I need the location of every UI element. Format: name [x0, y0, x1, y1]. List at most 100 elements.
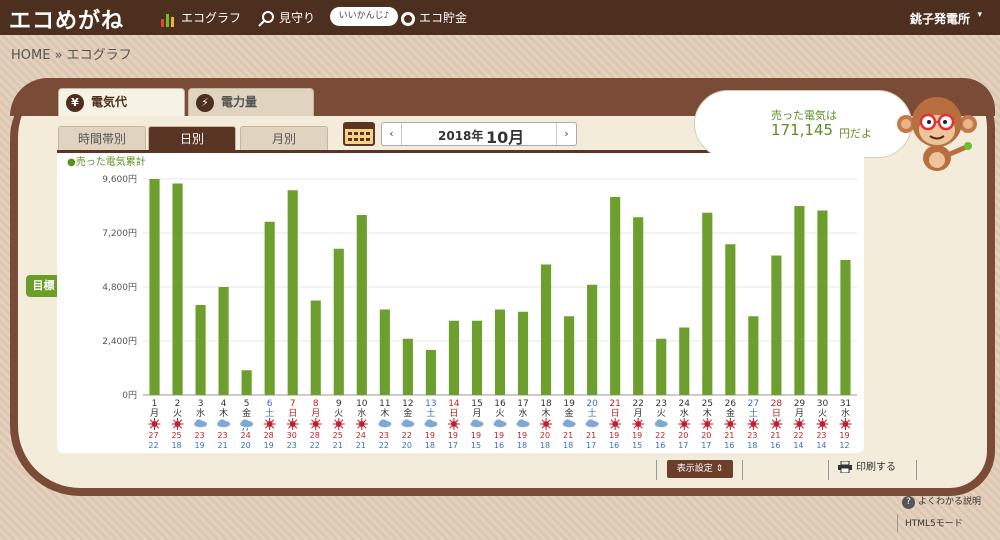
x-day-label: 30 [817, 399, 829, 409]
sun-core [358, 421, 365, 427]
x-weekday-label: 土 [588, 407, 597, 419]
sun-ray [840, 419, 844, 423]
x-weekday-label: 月 [795, 408, 804, 419]
chart-bar [310, 300, 321, 395]
temp-low: 18 [425, 441, 435, 450]
sun-core [704, 421, 711, 427]
sun-icon [701, 418, 714, 430]
chevron-down-icon[interactable]: ▾ [977, 10, 982, 20]
sun-core [335, 421, 342, 427]
subtab-hourly[interactable]: 時間帯別 [58, 126, 146, 151]
temp-high: 20 [678, 431, 688, 440]
cloud-icon [470, 419, 484, 428]
help-link[interactable]: ? よくわかる説明 [902, 494, 981, 509]
chart-bar [633, 217, 644, 395]
next-month-button[interactable]: › [556, 123, 576, 145]
tab-electricity-cost[interactable]: ¥ 電気代 [58, 88, 185, 116]
bubble-amount: 171,145 [771, 121, 834, 139]
cloud-icon [493, 419, 507, 428]
print-button[interactable]: 印刷する [838, 458, 896, 474]
x-day-label: 11 [379, 399, 390, 409]
temp-low: 21 [218, 441, 228, 450]
x-weekday-label: 土 [426, 407, 435, 419]
chart-bar [840, 260, 851, 395]
prev-month-button[interactable]: ‹ [382, 123, 402, 145]
temp-high: 20 [701, 431, 711, 440]
x-day-label: 1 [152, 399, 158, 409]
display-settings-button[interactable]: 表示設定 ⇕ [667, 460, 733, 478]
sun-ray [172, 419, 176, 423]
sun-ray [294, 419, 298, 423]
x-weekday-label: 水 [519, 407, 528, 419]
x-day-label: 5 [244, 399, 250, 409]
chart-bar [748, 316, 759, 395]
calendar-icon[interactable] [343, 122, 375, 146]
nav-mimamori[interactable]: 見守り [258, 9, 315, 27]
sun-ray [288, 419, 291, 423]
sun-ray [801, 419, 805, 423]
top-navigation-bar: エコめがね エコグラフ 見守り いいかんじ♪ エコ貯金 銚子発電所 ▾ [0, 0, 1000, 35]
chart-bar [149, 179, 160, 395]
x-day-label: 28 [771, 399, 783, 409]
x-weekday-label: 金 [242, 407, 251, 419]
sun-core [750, 421, 757, 427]
cloud-icon [562, 419, 576, 428]
chart-bar [241, 370, 252, 395]
sun-ray [679, 425, 683, 429]
sun-ray [541, 419, 545, 423]
sun-icon [793, 418, 806, 430]
x-day-label: 29 [794, 399, 806, 409]
x-weekday-label: 水 [680, 407, 689, 419]
sun-ray [702, 419, 706, 423]
app-logo[interactable]: エコめがね [9, 3, 124, 35]
sun-icon [332, 418, 345, 430]
html5-mode-button[interactable]: HTML5モード [905, 516, 963, 529]
temp-high: 21 [563, 431, 573, 440]
x-day-label: 24 [679, 399, 691, 409]
temp-high: 23 [218, 431, 228, 440]
temp-high: 23 [747, 431, 757, 440]
x-day-label: 6 [267, 399, 273, 409]
bar-chart-icon [161, 13, 174, 27]
breadcrumb[interactable]: HOME » エコグラフ [11, 44, 132, 63]
x-weekday-label: 金 [403, 407, 412, 419]
temp-high: 23 [379, 431, 389, 440]
subtab-daily[interactable]: 日別 [148, 126, 236, 151]
sun-icon [309, 418, 322, 430]
sun-ray [449, 419, 453, 423]
sun-ray [265, 419, 268, 423]
nav-eco-savings[interactable]: エコ貯金 [400, 9, 467, 27]
cloud-icon [401, 419, 415, 428]
temp-low: 20 [402, 441, 412, 450]
nav-ecograph[interactable]: エコグラフ [160, 9, 241, 27]
x-weekday-label: 火 [495, 408, 504, 419]
sun-ray [149, 419, 153, 423]
x-weekday-label: 月 [150, 408, 159, 419]
temp-low: 23 [287, 441, 297, 450]
x-day-label: 4 [221, 399, 227, 409]
separator [656, 460, 657, 480]
tab-electricity-amount[interactable]: ⚡ 電力量 [188, 88, 314, 116]
temp-high: 28 [264, 431, 274, 440]
cloud-rain-icon [240, 419, 254, 432]
x-day-label: 15 [471, 399, 482, 409]
chart-bar [610, 197, 621, 395]
sun-ray [311, 425, 314, 429]
sun-ray [778, 419, 781, 423]
sun-ray [840, 425, 844, 429]
sun-ray [755, 425, 758, 429]
x-weekday-label: 水 [357, 407, 366, 419]
x-day-label: 13 [425, 399, 436, 409]
sun-ray [801, 425, 805, 429]
chart-bar [471, 320, 483, 395]
temp-high: 19 [425, 431, 435, 440]
x-weekday-label: 日 [449, 408, 458, 419]
plant-selector[interactable]: 銚子発電所 [910, 10, 970, 27]
subtab-monthly[interactable]: 月別 [240, 126, 328, 151]
sun-core [796, 421, 803, 427]
x-day-label: 17 [517, 399, 528, 409]
sun-ray [311, 419, 314, 423]
cloud-icon [424, 419, 438, 428]
sun-ray [616, 425, 620, 429]
chart-bar [817, 210, 828, 395]
